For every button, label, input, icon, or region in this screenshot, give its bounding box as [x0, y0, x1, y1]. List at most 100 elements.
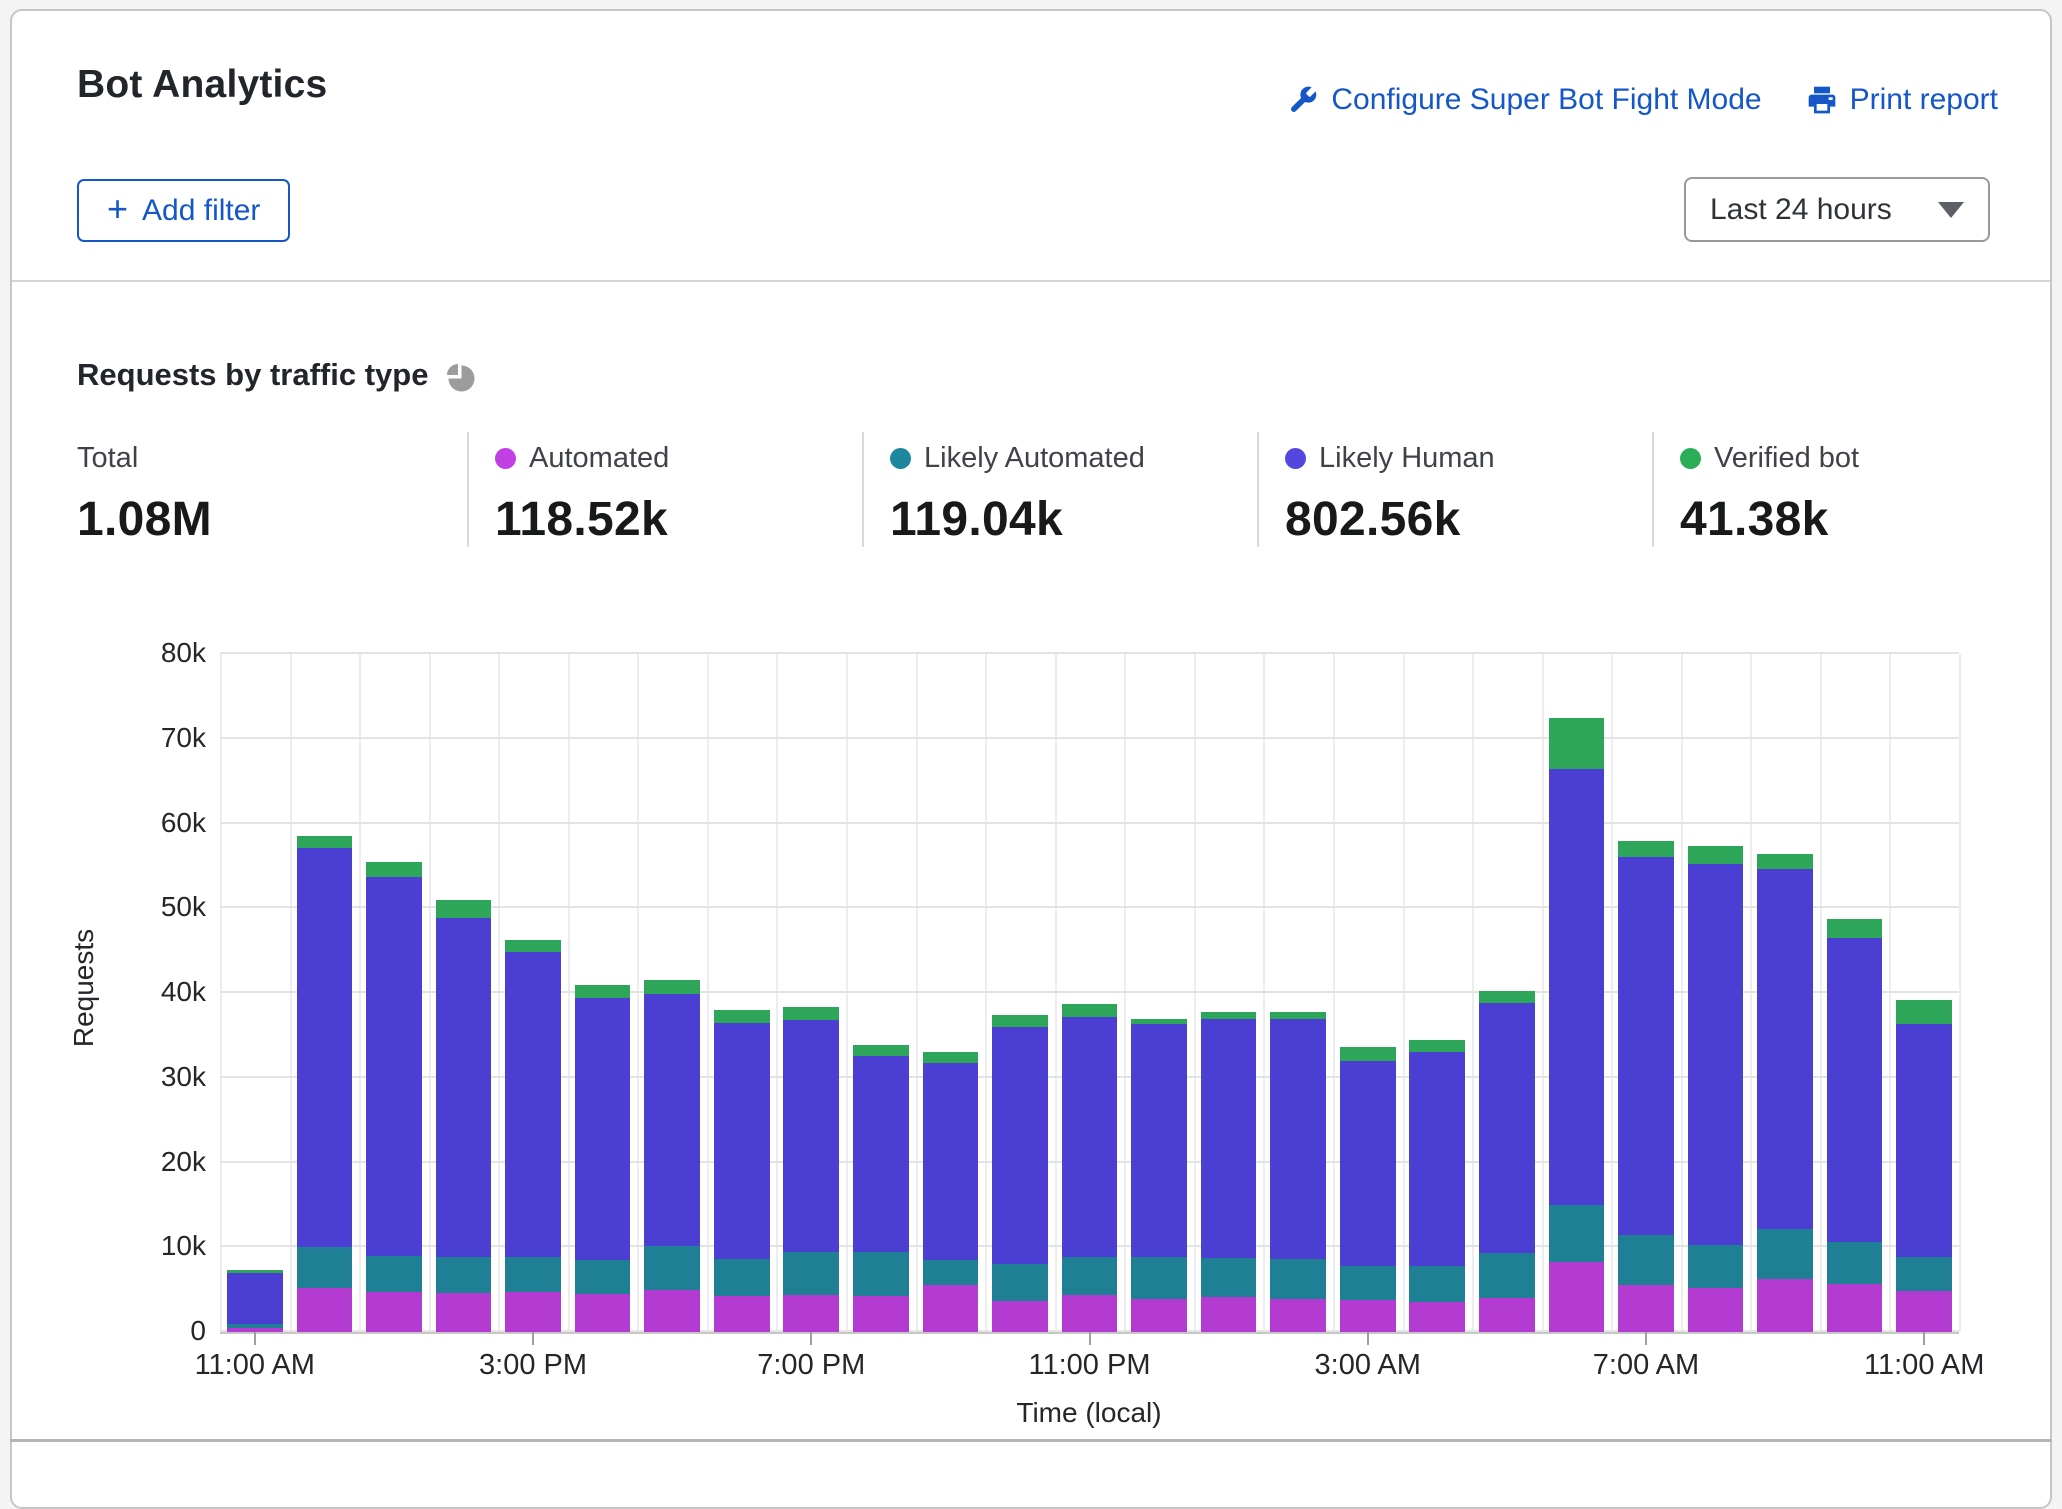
section-title: Requests by traffic type: [77, 357, 428, 393]
bar-1-00-pm-2[interactable]: [366, 654, 422, 1332]
segment-verified-bot: [1340, 1047, 1396, 1061]
bar-10-00-am-23[interactable]: [1827, 654, 1883, 1332]
bar-2-00-am-15[interactable]: [1270, 654, 1326, 1332]
bar-12-00-pm-1[interactable]: [297, 654, 353, 1332]
bar-11-00-am-24[interactable]: [1896, 654, 1952, 1332]
pie-chart-icon: [444, 357, 477, 393]
gridline: [290, 654, 292, 1332]
segment-verified-bot: [992, 1015, 1048, 1027]
bar-6-00-pm-7[interactable]: [714, 654, 770, 1332]
x-tick-label: 7:00 AM: [1593, 1349, 1699, 1382]
segment-likely-automated: [1479, 1253, 1535, 1298]
bar-4-00-pm-5[interactable]: [575, 654, 631, 1332]
gridline: [1124, 654, 1126, 1332]
x-tick-label: 3:00 PM: [479, 1349, 587, 1382]
segment-automated: [1201, 1297, 1257, 1332]
x-tick-label: 11:00 AM: [1864, 1349, 1984, 1382]
bar-7-00-pm-8[interactable]: [783, 654, 839, 1332]
gridline: [1472, 654, 1474, 1332]
segment-verified-bot: [436, 900, 492, 918]
gridline: [1194, 654, 1196, 1332]
bar-6-00-am-19[interactable]: [1549, 654, 1605, 1332]
bar-5-00-am-18[interactable]: [1479, 654, 1535, 1332]
segment-verified-bot: [1131, 1019, 1187, 1024]
segment-likely-human: [436, 918, 492, 1258]
segment-automated: [714, 1296, 770, 1332]
segment-verified-bot: [1201, 1012, 1257, 1020]
y-tick-label: 60k: [76, 807, 206, 839]
page-title: Bot Analytics: [77, 63, 327, 107]
bar-3-00-pm-4[interactable]: [505, 654, 561, 1332]
segment-likely-automated: [1757, 1229, 1813, 1278]
gridline: [1889, 654, 1891, 1332]
bar-5-00-pm-6[interactable]: [644, 654, 700, 1332]
gridline: [1611, 654, 1613, 1332]
segment-verified-bot: [714, 1010, 770, 1023]
segment-likely-human: [1201, 1019, 1257, 1258]
verified-bot-legend-dot: [1680, 448, 1701, 469]
bar-12-00-am-13[interactable]: [1131, 654, 1187, 1332]
segment-automated: [1618, 1285, 1674, 1332]
stat-likely-human: Likely Human802.56k: [1257, 432, 1652, 547]
segment-verified-bot: [227, 1270, 283, 1273]
bar-3-00-am-16[interactable]: [1340, 654, 1396, 1332]
segment-likely-human: [1270, 1019, 1326, 1259]
x-tick-mark: [1923, 1332, 1925, 1345]
segment-automated: [992, 1301, 1048, 1332]
stat-label: Automated: [529, 442, 669, 475]
segment-likely-automated: [505, 1257, 561, 1292]
segment-automated: [1757, 1279, 1813, 1332]
gridline: [985, 654, 987, 1332]
likely-human-legend-dot: [1285, 448, 1306, 469]
segment-likely-automated: [1201, 1258, 1257, 1297]
bar-10-00-pm-11[interactable]: [992, 654, 1048, 1332]
gridline: [1263, 654, 1265, 1332]
segment-automated: [297, 1288, 353, 1332]
segment-likely-human: [1340, 1061, 1396, 1266]
segment-likely-automated: [1688, 1245, 1744, 1288]
gridline: [1750, 654, 1752, 1332]
configure-super-bot-fight-mode-link[interactable]: Configure Super Bot Fight Mode: [1287, 83, 1761, 117]
gridline: [1681, 654, 1683, 1332]
segment-likely-human: [1062, 1017, 1118, 1258]
bar-9-00-pm-10[interactable]: [923, 654, 979, 1332]
segment-verified-bot: [923, 1052, 979, 1062]
x-axis-title: Time (local): [1016, 1397, 1161, 1429]
segment-automated: [853, 1296, 909, 1332]
print-report-link[interactable]: Print report: [1806, 83, 1998, 117]
gridline: [498, 654, 500, 1332]
segment-likely-human: [992, 1027, 1048, 1264]
time-range-select[interactable]: Last 24 hours: [1684, 177, 1990, 242]
segment-automated: [1479, 1298, 1535, 1332]
segment-automated: [1131, 1299, 1187, 1332]
x-tick-mark: [1089, 1332, 1091, 1345]
bar-8-00-pm-9[interactable]: [853, 654, 909, 1332]
bar-2-00-pm-3[interactable]: [436, 654, 492, 1332]
segment-likely-human: [1618, 857, 1674, 1235]
segment-likely-automated: [1131, 1257, 1187, 1299]
bar-9-00-am-22[interactable]: [1757, 654, 1813, 1332]
y-tick-label: 50k: [76, 891, 206, 923]
segment-verified-bot: [1688, 846, 1744, 864]
header-divider: [12, 280, 2050, 282]
segment-likely-automated: [227, 1324, 283, 1327]
segment-likely-automated: [1618, 1235, 1674, 1285]
segment-verified-bot: [575, 985, 631, 999]
segment-verified-bot: [783, 1007, 839, 1020]
bar-8-00-am-21[interactable]: [1688, 654, 1744, 1332]
bar-7-00-am-20[interactable]: [1618, 654, 1674, 1332]
segment-likely-automated: [1409, 1266, 1465, 1302]
gridline: [776, 654, 778, 1332]
gridline: [707, 654, 709, 1332]
bar-11-00-pm-12[interactable]: [1062, 654, 1118, 1332]
add-filter-button[interactable]: + Add filter: [77, 179, 290, 242]
gridline: [429, 654, 431, 1332]
stat-value: 1.08M: [77, 492, 467, 547]
stat-value: 802.56k: [1285, 492, 1652, 547]
x-tick-label: 3:00 AM: [1315, 1349, 1421, 1382]
bar-4-00-am-17[interactable]: [1409, 654, 1465, 1332]
bar-11-00-am-0[interactable]: [227, 654, 283, 1332]
bar-1-00-am-14[interactable]: [1201, 654, 1257, 1332]
segment-automated: [1549, 1262, 1605, 1332]
gridline: [1333, 654, 1335, 1332]
